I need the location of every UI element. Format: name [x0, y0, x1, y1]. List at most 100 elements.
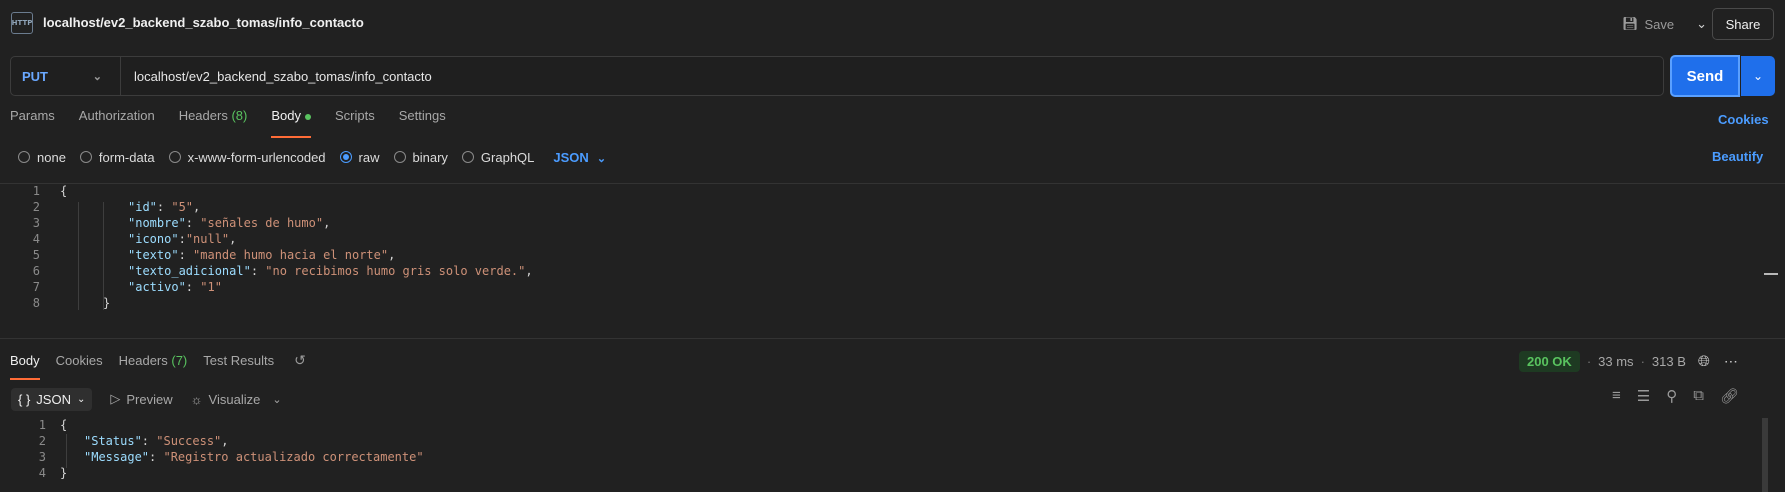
radio-label: raw — [358, 149, 380, 165]
radio-label: form-data — [98, 149, 155, 165]
response-time[interactable]: 33 ms — [1598, 354, 1633, 369]
radio-label: GraphQL — [480, 149, 535, 165]
scrollbar-track[interactable] — [1762, 418, 1768, 492]
response-body-viewer[interactable]: 1 { 2 "Status": "Success", 3 "Message": … — [0, 418, 1785, 492]
chevron-down-icon: ⌄ — [596, 152, 607, 165]
radio-icon — [168, 151, 181, 163]
json-sep: : — [178, 248, 194, 262]
more-options-icon[interactable]: ⋯ — [1724, 353, 1739, 370]
body-indicator-dot — [304, 113, 311, 120]
json-key: "activo" — [128, 280, 186, 294]
request-tabs: Params Authorization Headers (8) Body Sc… — [10, 108, 470, 138]
body-type-selector: none form-data x-www-form-urlencoded raw… — [18, 147, 606, 167]
body-type-urlencoded[interactable]: x-www-form-urlencoded — [168, 149, 326, 165]
json-sep: : — [156, 200, 172, 214]
json-value: "mande humo hacia el norte" — [193, 248, 389, 262]
scrollbar-thumb[interactable] — [1764, 273, 1778, 275]
json-key: "Status" — [84, 434, 142, 448]
tab-label: Scripts — [334, 108, 375, 123]
json-key: "nombre" — [128, 216, 186, 230]
search-icon[interactable]: ⚲ — [1666, 387, 1677, 405]
tab-authorization[interactable]: Authorization — [79, 108, 155, 138]
http-request-icon: HTTP — [11, 12, 33, 34]
response-meta: 200 OK · 33 ms · 313 B 🌐︎ ⋯ — [1519, 351, 1739, 372]
separator-dot: · — [1586, 354, 1592, 369]
json-value: "5" — [171, 200, 194, 214]
url-input[interactable]: localhost/ev2_backend_szabo_tomas/info_c… — [121, 69, 432, 84]
tab-label: Body — [10, 353, 40, 368]
cookies-link[interactable]: Cookies — [1718, 112, 1769, 127]
body-type-raw[interactable]: raw — [339, 149, 380, 165]
save-group[interactable]: 💾︎ Save ⌄ — [1622, 11, 1707, 37]
globe-icon[interactable]: 🌐︎ — [1698, 353, 1710, 370]
share-button[interactable]: Share — [1712, 8, 1774, 40]
radio-label: x-www-form-urlencoded — [187, 149, 326, 165]
chevron-down-icon[interactable]: ⌄ — [1696, 16, 1707, 32]
send-button[interactable]: Send — [1670, 55, 1740, 97]
tab-response-cookies[interactable]: Cookies — [56, 353, 103, 380]
json-key: "texto" — [128, 248, 179, 262]
wrap-lines-icon[interactable]: ≡ — [1612, 387, 1621, 405]
tab-body[interactable]: Body — [271, 108, 311, 138]
tab-headers[interactable]: Headers (8) — [179, 108, 248, 138]
save-button[interactable]: Save — [1645, 17, 1675, 32]
body-type-none[interactable]: none — [18, 150, 66, 165]
visualize-button[interactable]: ☼ Visualize — [191, 392, 261, 407]
language-select[interactable]: JSON ⌄ — [553, 150, 606, 165]
url-bar: PUT ⌄ localhost/ev2_backend_szabo_tomas/… — [10, 56, 1664, 96]
json-end: , — [388, 248, 396, 262]
json-sep: : — [149, 450, 164, 464]
json-sep: : — [250, 264, 266, 278]
json-end: , — [323, 216, 331, 230]
method-select[interactable]: PUT ⌄ — [11, 57, 121, 95]
method-label: PUT — [22, 68, 48, 84]
response-actions: ≡ ☰ ⚲ ⧉ 🔗︎ — [1612, 387, 1739, 405]
tab-label: Authorization — [78, 108, 155, 123]
response-tabs: Body Cookies Headers (7) Test Results ↺ — [10, 352, 306, 380]
tab-params[interactable]: Params — [10, 108, 55, 138]
chevron-down-icon: ⌄ — [92, 70, 102, 83]
body-type-graphql[interactable]: GraphQL — [461, 149, 535, 165]
code-text: } — [60, 466, 68, 480]
visualize-label: Visualize — [208, 391, 261, 407]
link-icon[interactable]: 🔗︎ — [1720, 387, 1739, 405]
json-sep: : — [185, 216, 201, 230]
beautify-button[interactable]: Beautify — [1712, 149, 1763, 164]
response-size[interactable]: 313 B — [1652, 354, 1686, 369]
tab-label: Settings — [398, 108, 446, 123]
visualize-icon: ☼ — [190, 391, 203, 407]
json-value: "no recibimos humo gris solo verde." — [265, 264, 526, 278]
title-bar: HTTP localhost/ev2_backend_szabo_tomas/i… — [0, 0, 1785, 47]
preview-button[interactable]: ▷ Preview — [110, 391, 172, 407]
request-title[interactable]: localhost/ev2_backend_szabo_tomas/info_c… — [43, 15, 364, 30]
tab-scripts[interactable]: Scripts — [335, 108, 375, 138]
json-value: "null" — [185, 232, 230, 246]
code-text: } — [103, 296, 111, 310]
format-select[interactable]: { } JSON ⌄ — [11, 387, 93, 411]
json-end: , — [193, 200, 201, 214]
json-value: "1" — [200, 280, 222, 294]
chevron-down-icon[interactable]: ⌄ — [272, 393, 281, 406]
filter-icon[interactable]: ☰ — [1637, 387, 1650, 405]
copy-icon[interactable]: ⧉ — [1693, 387, 1704, 405]
braces-icon: { } — [18, 391, 31, 407]
send-options-chevron-icon[interactable]: ⌄ — [1741, 56, 1775, 96]
code-line: 4 } — [0, 464, 1785, 482]
request-body-editor[interactable]: 1 { 2 "id": "5", 3 "nombre": "señales de… — [0, 183, 1785, 339]
json-end: , — [221, 434, 229, 448]
radio-label: binary — [412, 149, 448, 165]
tab-settings[interactable]: Settings — [399, 108, 446, 138]
tab-label: Headers — [178, 108, 228, 123]
body-type-form-data[interactable]: form-data — [79, 149, 155, 165]
tab-label: Cookies — [55, 353, 103, 368]
json-key: "Message" — [84, 450, 150, 464]
history-icon[interactable]: ↺ — [294, 352, 306, 369]
tab-response-body[interactable]: Body — [10, 353, 40, 380]
status-badge[interactable]: 200 OK — [1519, 351, 1580, 372]
save-icon: 💾︎ — [1622, 16, 1639, 31]
tab-response-headers[interactable]: Headers (7) — [119, 353, 188, 380]
tab-test-results[interactable]: Test Results — [203, 353, 274, 380]
tab-label: Body — [271, 108, 301, 123]
body-type-binary[interactable]: binary — [393, 149, 448, 165]
tab-label: Test Results — [203, 353, 275, 368]
